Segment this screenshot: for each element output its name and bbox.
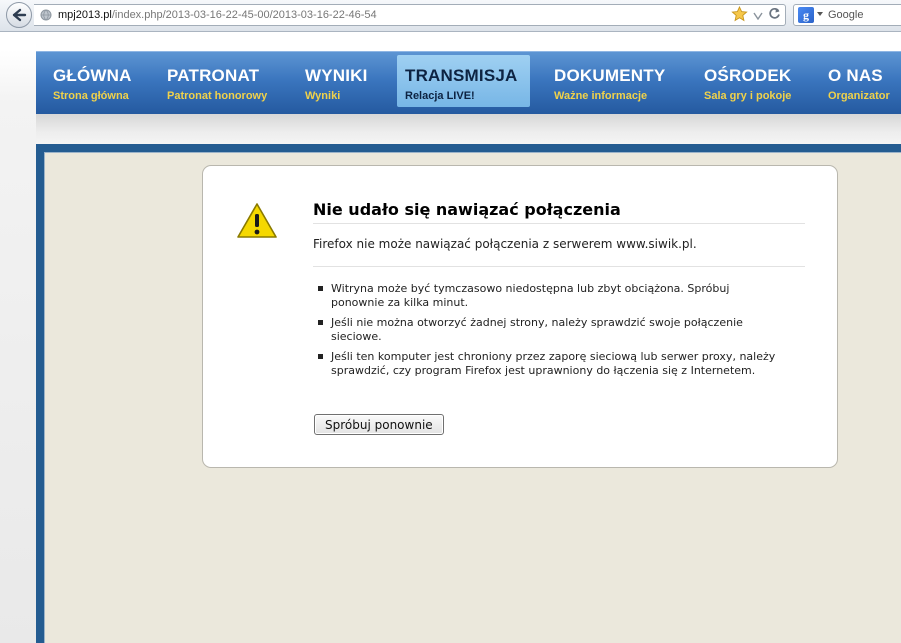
nav-item-osrodek[interactable]: OŚRODEK Sala gry i pokoje [704,55,804,107]
search-box[interactable]: g Google [793,4,901,26]
nav-item-label: OŚRODEK [704,66,792,85]
suggestion-text: Jeśli nie można otworzyć żadnej strony, … [331,316,743,343]
nav-item-dokumenty[interactable]: DOKUMENTY Ważne informacje [554,55,674,107]
nav-item-label: O NAS [828,66,883,85]
nav-item-sublabel: Ważne informacje [554,90,648,102]
nav-item-sublabel: Strona główna [53,90,129,102]
browser-toolbar: mpj2013.pl/index.php/2013-03-16-22-45-00… [0,0,901,32]
dropdown-arrow-icon[interactable] [753,7,763,25]
suggestion-text: Jeśli ten komputer jest chroniony przez … [331,350,776,377]
nav-item-o-nas[interactable]: O NAS Organizator [828,55,896,107]
list-item: Jeśli ten komputer jest chroniony przez … [313,350,783,378]
bookmark-star-icon[interactable] [731,5,748,27]
nav-item-patronat[interactable]: PATRONAT Patronat honorowy [167,55,283,107]
nav-item-label: WYNIKI [305,66,368,85]
retry-button[interactable]: Spróbuj ponownie [314,414,444,435]
error-suggestions: Witryna może być tymczasowo niedostępna … [313,282,783,384]
nav-item-label: TRANSMISJA [405,66,518,85]
nav-item-sublabel: Sala gry i pokoje [704,90,792,102]
nav-item-sublabel: Relacja LIVE! [405,90,475,102]
search-engine-dropdown-icon[interactable] [817,12,823,16]
back-arrow-icon [12,8,27,22]
suggestion-text: Witryna może być tymczasowo niedostępna … [331,282,730,309]
globe-icon[interactable] [40,9,52,21]
search-placeholder: Google [828,9,864,21]
list-item: Witryna może być tymczasowo niedostępna … [313,282,783,310]
bullet-icon [318,320,323,325]
error-title: Nie udało się nawiązać połączenia [313,200,805,224]
warning-icon [237,203,277,238]
nav-item-label: DOKUMENTY [554,66,666,85]
reload-icon[interactable] [768,7,781,25]
url-host: mpj2013.pl [58,9,112,21]
bullet-icon [318,354,323,359]
url-bar[interactable]: mpj2013.pl/index.php/2013-03-16-22-45-00… [34,4,786,26]
bullet-icon [318,286,323,291]
connection-error-box: Nie udało się nawiązać połączenia Firefo… [202,165,838,468]
nav-item-wyniki[interactable]: WYNIKI Wyniki [305,55,375,107]
nav-shadow [36,114,901,144]
back-button[interactable] [6,2,32,28]
list-item: Jeśli nie można otworzyć żadnej strony, … [313,316,783,344]
nav-item-sublabel: Patronat honorowy [167,90,268,102]
url-text[interactable]: mpj2013.pl/index.php/2013-03-16-22-45-00… [58,9,377,21]
nav-item-sublabel: Organizator [828,90,890,102]
main-nav: GŁÓWNA Strona główna PATRONAT Patronat h… [36,51,901,115]
google-icon[interactable]: g [798,7,814,23]
url-path: /index.php/2013-03-16-22-45-00/2013-03-1… [111,9,377,21]
nav-item-glowna[interactable]: GŁÓWNA Strona główna [53,55,149,107]
nav-item-transmisja[interactable]: TRANSMISJA Relacja LIVE! [397,55,530,107]
nav-item-sublabel: Wyniki [305,90,341,102]
nav-item-label: PATRONAT [167,66,260,85]
nav-item-label: GŁÓWNA [53,66,132,85]
error-description: Firefox nie może nawiązać połączenia z s… [313,237,805,267]
